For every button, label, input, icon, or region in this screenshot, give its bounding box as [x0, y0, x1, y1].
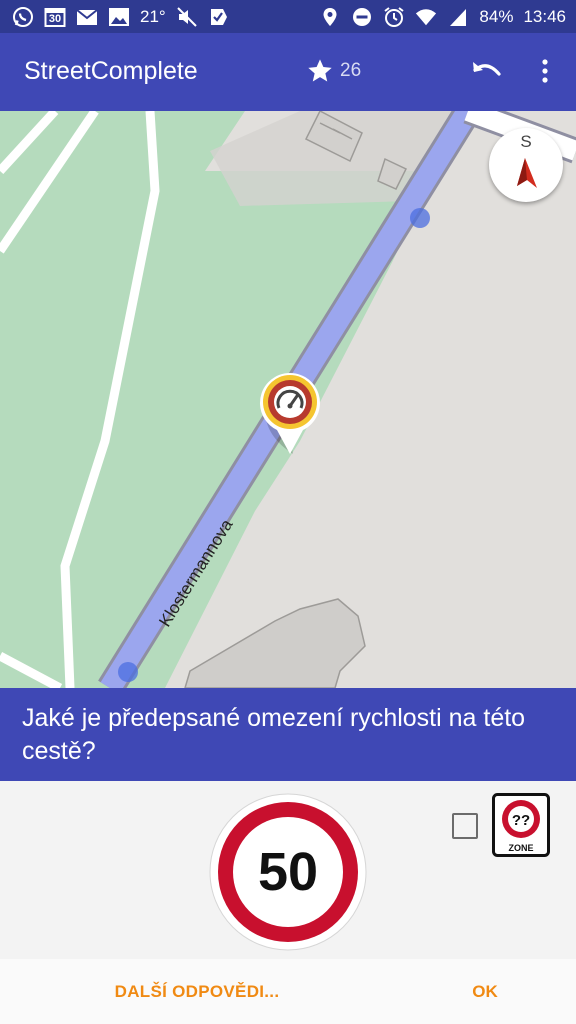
zone-label: ZONE: [508, 843, 533, 853]
app-bar: StreetComplete 26: [0, 33, 576, 111]
clock: 13:46: [523, 7, 566, 26]
zone-checkbox[interactable]: [452, 813, 478, 839]
quest-pin[interactable]: [255, 372, 325, 460]
bottom-action-bar: DALŠÍ ODPOVĚDI... OK: [0, 959, 576, 1024]
speed-limit-value[interactable]: 50: [258, 842, 318, 902]
ok-button[interactable]: OK: [444, 973, 526, 1011]
undo-button[interactable]: [470, 57, 504, 87]
overflow-menu-button[interactable]: [532, 57, 558, 87]
status-bar: 30 21° 84% 13:46: [0, 0, 576, 33]
whatsapp-icon: [12, 6, 34, 28]
app-title: StreetComplete: [24, 57, 198, 85]
compass-button[interactable]: S: [489, 128, 563, 202]
overflow-menu-icon: [542, 59, 548, 83]
question-bar: Jaké je předepsané omezení rychlosti na …: [0, 688, 576, 781]
star-icon: [308, 59, 332, 82]
calendar-icon: 30: [44, 6, 66, 28]
zone-sign[interactable]: ?? ZONE: [492, 793, 550, 857]
question-text: Jaké je předepsané omezení rychlosti na …: [22, 704, 526, 765]
wifi-icon: [415, 6, 437, 28]
mute-icon: [176, 6, 198, 28]
location-icon: [319, 6, 341, 28]
star-count: 26: [340, 60, 362, 81]
other-answers-button[interactable]: DALŠÍ ODPOVĚDI...: [92, 973, 302, 1011]
signal-icon: [447, 6, 469, 28]
calendar-day: 30: [48, 13, 62, 25]
temperature: 21°: [140, 7, 166, 26]
zone-speed-placeholder: ??: [512, 812, 530, 829]
answer-form: 50 ?? ZONE: [0, 781, 576, 959]
tasks-icon: [208, 6, 230, 28]
undo-icon: [473, 62, 501, 76]
compass-needle-icon: [517, 158, 537, 188]
mail-icon: [76, 6, 98, 28]
image-icon: [108, 6, 130, 28]
battery-percentage: 84%: [479, 7, 514, 26]
speed-limit-sign[interactable]: 50: [208, 792, 368, 952]
alarm-icon: [383, 6, 405, 28]
star-counter[interactable]: 26: [306, 57, 361, 85]
dnd-icon: [351, 6, 373, 28]
map-view[interactable]: Klostermannova S: [0, 111, 576, 688]
